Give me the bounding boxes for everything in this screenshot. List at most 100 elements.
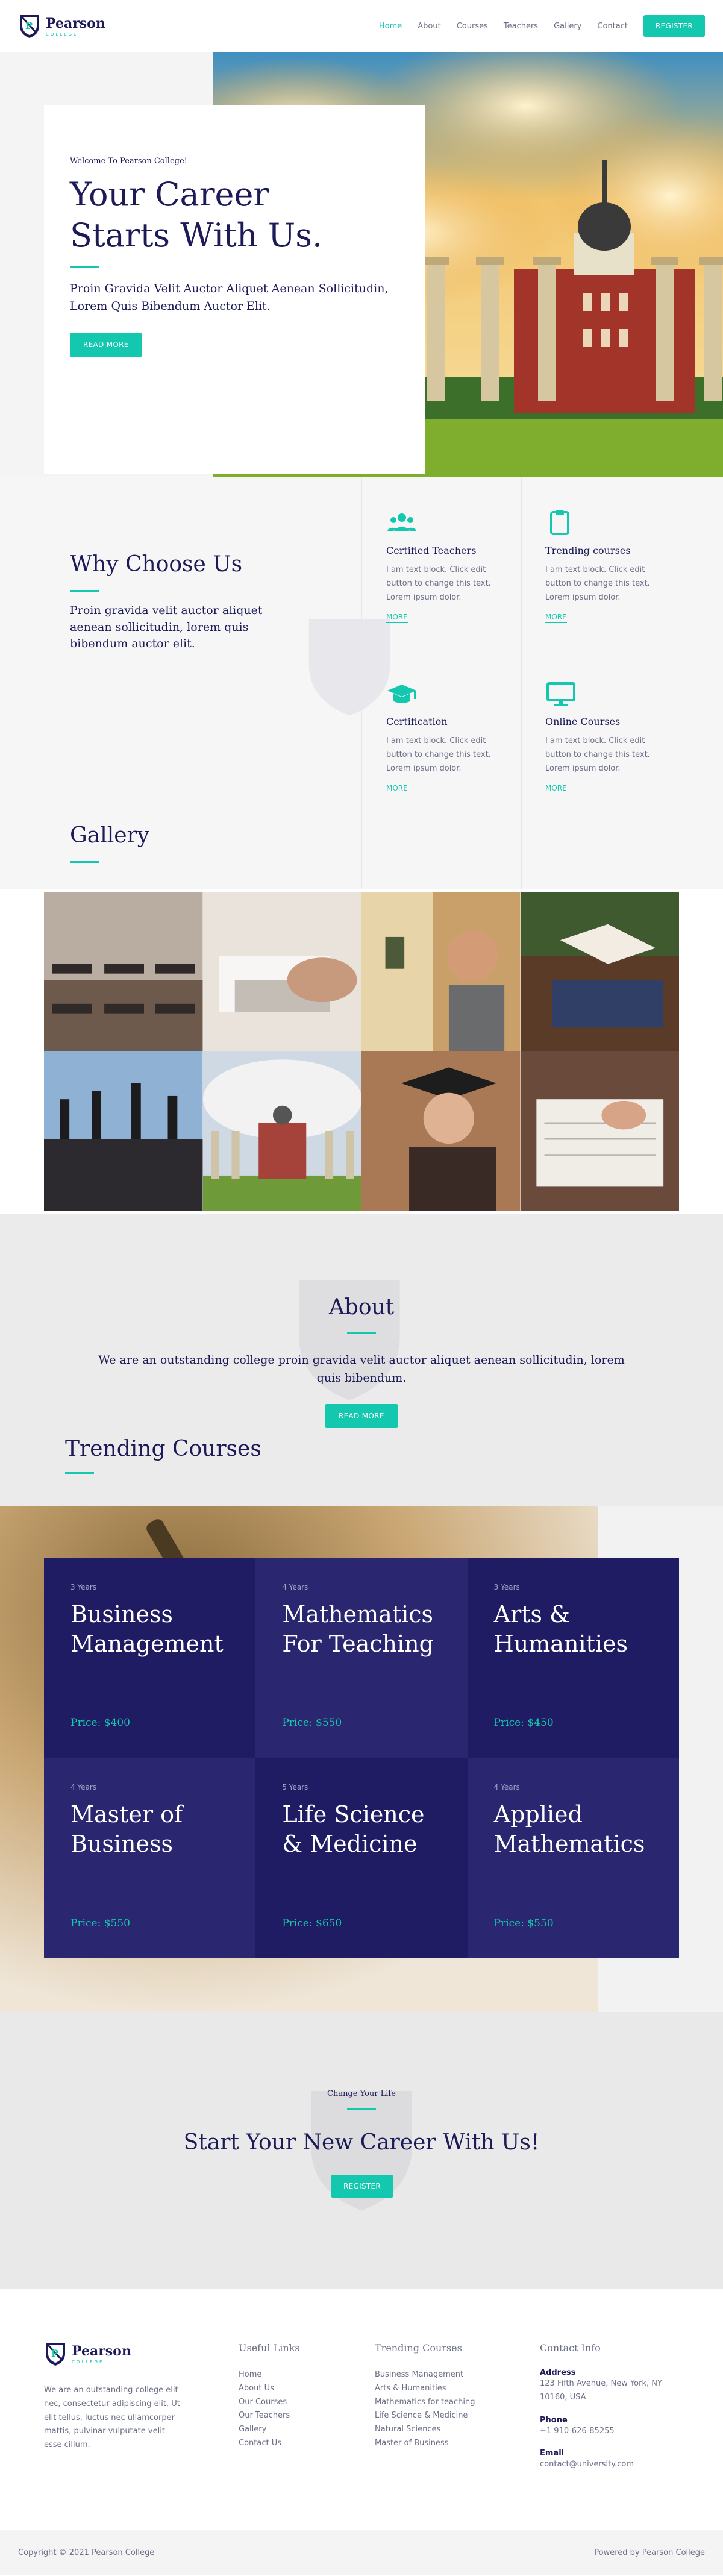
nav-courses[interactable]: Courses: [457, 22, 488, 31]
gallery-divider: [70, 861, 99, 863]
feature-text: I am text block. Click edit button to ch…: [545, 565, 650, 602]
feature-text: I am text block. Click edit button to ch…: [386, 565, 491, 602]
course-price: Price: $650: [282, 1917, 342, 1929]
about-title: About: [328, 1295, 395, 1320]
footer-link[interactable]: About Us: [239, 2382, 300, 2396]
copyright-text: Copyright © 2021 Pearson College: [18, 2548, 155, 2557]
gallery-image-writing[interactable]: [520, 1051, 679, 1211]
footer-brand-subtitle: COLLEGE: [72, 2359, 104, 2364]
cta-title: Start Your New Career With Us!: [183, 2130, 540, 2155]
course-card[interactable]: 3 Years Arts & Humanities Price: $450: [467, 1558, 679, 1758]
hero-text: Proin Gravida Velit Auctor Aliquet Aenea…: [70, 282, 389, 313]
trending-heading: Trending Courses: [65, 1437, 261, 1474]
footer-link[interactable]: Business Management: [375, 2368, 475, 2382]
monitor-icon: [546, 682, 575, 706]
footer-link[interactable]: Mathematics for teaching: [375, 2396, 475, 2410]
course-duration: 4 Years: [70, 1783, 97, 1791]
feature-online-courses: Online Courses I am text block. Click ed…: [521, 630, 680, 795]
course-title: Mathematics For Teaching: [282, 1601, 434, 1658]
clipboard-icon: [550, 510, 569, 535]
trending-title: Trending Courses: [65, 1437, 261, 1461]
footer-link[interactable]: Arts & Humanities: [375, 2382, 475, 2396]
footer-link[interactable]: Home: [239, 2368, 300, 2382]
about-read-more-button[interactable]: READ MORE: [325, 1404, 398, 1428]
feature-text: I am text block. Click edit button to ch…: [386, 736, 491, 773]
course-price: Price: $550: [70, 1917, 130, 1929]
nav-contact[interactable]: Contact: [597, 22, 628, 31]
nav-home[interactable]: Home: [379, 22, 402, 31]
course-title: Business Management: [70, 1601, 224, 1658]
cta-register-button[interactable]: REGISTER: [331, 2175, 393, 2198]
footer-column-title: Trending Courses: [375, 2342, 462, 2354]
footer-contact-info: Contact Info Address 123 Fifth Avenue, N…: [540, 2342, 684, 2483]
gallery-heading: Gallery: [70, 823, 149, 863]
gallery-image-graduates[interactable]: [44, 1051, 203, 1211]
cta-kicker: Change Your Life: [327, 2089, 396, 2098]
footer-link[interactable]: Our Courses: [239, 2396, 300, 2410]
hero-section: Welcome To Pearson College! Your Career …: [0, 52, 723, 477]
feature-more-link[interactable]: MORE: [545, 784, 567, 795]
footer-link[interactable]: Contact Us: [239, 2437, 300, 2451]
feature-title: Online Courses: [545, 716, 621, 727]
address-label: Address: [540, 2368, 576, 2377]
footer-logo[interactable]: P Pearson COLLEGE: [44, 2340, 183, 2367]
course-card[interactable]: 5 Years Life Science & Medicine Price: $…: [255, 1758, 468, 1958]
cta-divider: [347, 2108, 376, 2110]
course-title: Life Science & Medicine: [282, 1801, 425, 1858]
address-value: 123 Fifth Avenue, New York, NY 10160, US…: [540, 2379, 662, 2402]
footer-link[interactable]: Life Science & Medicine: [375, 2409, 475, 2423]
footer-link[interactable]: Gallery: [239, 2423, 300, 2437]
footer-link[interactable]: Our Teachers: [239, 2409, 300, 2423]
footer-about-text: We are an outstanding college elit nec, …: [44, 2386, 180, 2449]
gallery-image-reading[interactable]: [520, 892, 679, 1051]
footer-column-title: Contact Info: [540, 2342, 601, 2354]
footer-link[interactable]: Natural Sciences: [375, 2423, 475, 2437]
feature-more-link[interactable]: MORE: [545, 613, 567, 624]
hero-title: Your Career Starts With Us.: [70, 174, 399, 255]
course-card[interactable]: 4 Years Master of Business Price: $550: [44, 1758, 256, 1958]
nav-gallery[interactable]: Gallery: [554, 22, 581, 31]
phone-value[interactable]: +1 910-626-85255: [540, 2425, 684, 2439]
hero-title-line2: Starts With Us.: [70, 216, 323, 254]
cta-section: Change Your Life Start Your New Career W…: [0, 2012, 723, 2289]
nav-about[interactable]: About: [418, 22, 440, 31]
hero-card: Welcome To Pearson College! Your Career …: [44, 105, 425, 474]
trending-divider: [65, 1472, 94, 1474]
gallery-image-laptop[interactable]: [202, 892, 362, 1051]
footer-link[interactable]: Master of Business: [375, 2437, 475, 2451]
feature-more-link[interactable]: MORE: [386, 613, 408, 624]
nav-teachers[interactable]: Teachers: [504, 22, 538, 31]
course-card[interactable]: 4 Years Applied Mathematics Price: $550: [467, 1758, 679, 1958]
gallery-image-campus[interactable]: [202, 1051, 362, 1211]
feature-more-link[interactable]: MORE: [386, 784, 408, 795]
about-section: About We are an outstanding college proi…: [0, 1214, 723, 1506]
graduation-cap-icon: [387, 685, 416, 703]
why-divider: [70, 590, 99, 592]
courses-grid: 3 Years Business Management Price: $400 …: [44, 1558, 679, 1958]
course-title: Applied Mathematics: [493, 1801, 645, 1858]
about-text: We are an outstanding college proin grav…: [98, 1353, 625, 1385]
course-duration: 3 Years: [70, 1583, 97, 1591]
register-button[interactable]: REGISTER: [643, 15, 705, 37]
email-value[interactable]: contact@university.com: [540, 2458, 684, 2472]
hero-read-more-button[interactable]: READ MORE: [70, 333, 142, 357]
course-price: Price: $550: [493, 1917, 554, 1929]
copyright-bar: Copyright © 2021 Pearson College Powered…: [0, 2530, 723, 2575]
course-card[interactable]: 3 Years Business Management Price: $400: [44, 1558, 256, 1758]
feature-title: Certified Teachers: [386, 545, 477, 556]
footer-brand-name: Pearson: [72, 2343, 131, 2359]
gallery-grid: [44, 892, 679, 1211]
crest-icon: P: [20, 15, 39, 38]
feature-certification: Certification I am text block. Click edi…: [362, 630, 521, 795]
why-text: Proin gravida velit auctor aliquet aenea…: [70, 604, 263, 651]
course-duration: 4 Years: [282, 1583, 308, 1591]
brand-logo[interactable]: P Pearson COLLEGE: [18, 13, 105, 39]
gallery-image-student[interactable]: [362, 892, 521, 1051]
course-card[interactable]: 4 Years Mathematics For Teaching Price: …: [255, 1558, 468, 1758]
why-title: Why Choose Us: [70, 552, 243, 577]
gallery-image-graduate-girl[interactable]: [362, 1051, 521, 1211]
gallery-image-classroom[interactable]: [44, 892, 203, 1051]
course-title: Master of Business: [70, 1801, 183, 1858]
footer-column-title: Useful Links: [239, 2342, 300, 2354]
course-duration: 4 Years: [493, 1783, 520, 1791]
